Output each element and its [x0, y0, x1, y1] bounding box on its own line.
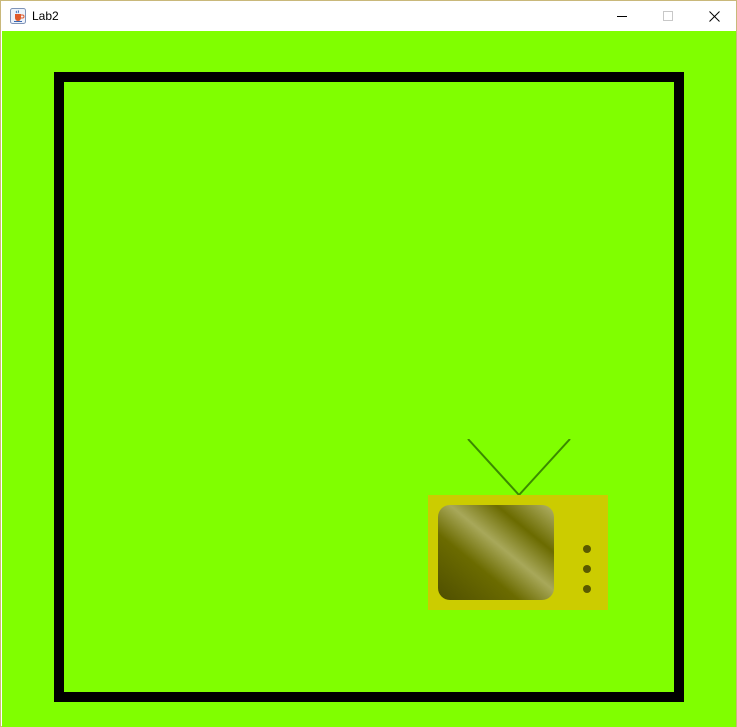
- tv-antenna-right: [518, 439, 571, 496]
- close-button[interactable]: [691, 1, 737, 31]
- window-title: Lab2: [32, 9, 59, 23]
- close-icon: [708, 10, 720, 22]
- tv-drawing: [428, 439, 608, 610]
- maximize-button[interactable]: [645, 1, 691, 31]
- java-coffee-icon: [10, 8, 26, 24]
- application-window: Lab2: [0, 0, 737, 727]
- tv-knob: [583, 545, 591, 553]
- title-bar[interactable]: Lab2: [1, 1, 736, 31]
- tv-screen: [438, 505, 554, 600]
- tv-knob: [583, 565, 591, 573]
- minimize-button[interactable]: [599, 1, 645, 31]
- drawing-canvas: [2, 31, 736, 727]
- tv-knob: [583, 585, 591, 593]
- maximize-icon: [663, 11, 673, 21]
- tv-antenna-left: [467, 439, 520, 496]
- minimize-icon: [617, 11, 627, 21]
